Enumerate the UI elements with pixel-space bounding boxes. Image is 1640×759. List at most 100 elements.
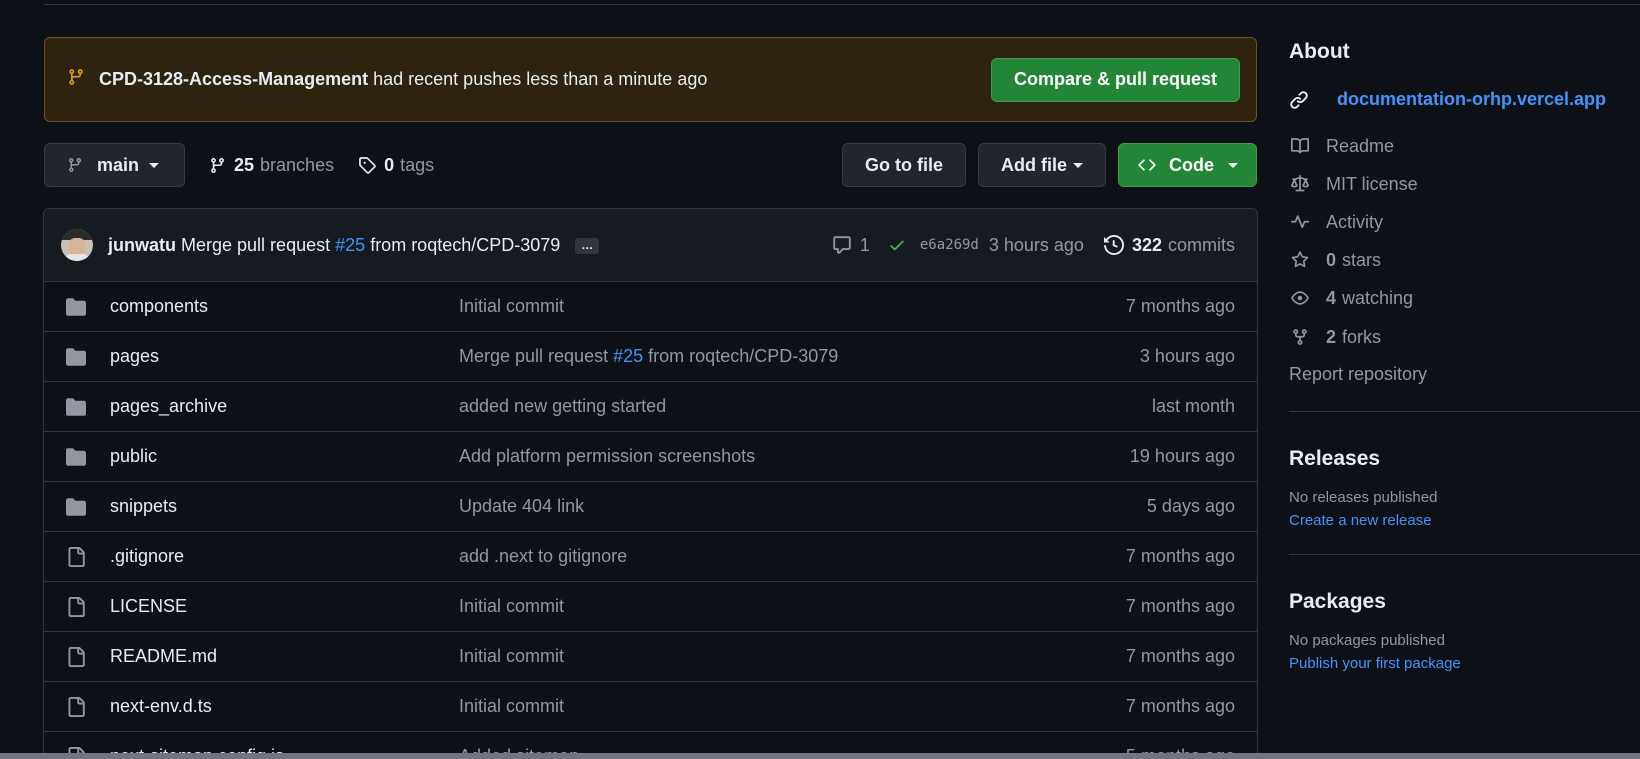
tags-link[interactable]: 0 tags: [358, 155, 434, 176]
repo-sidebar: About documentation-orhp.vercel.app Read…: [1289, 40, 1640, 672]
banner-message-text: had recent pushes less than a minute ago: [373, 69, 708, 89]
check-icon[interactable]: [888, 236, 906, 254]
watching-label: watching: [1342, 287, 1414, 308]
code-icon: [1137, 156, 1157, 174]
chevron-down-icon: [1228, 162, 1238, 168]
banner-message: CPD-3128-Access-Management had recent pu…: [99, 69, 991, 90]
folder-icon: [64, 447, 88, 467]
commit-pr-link[interactable]: #25: [335, 235, 365, 255]
tags-count: 0: [384, 154, 395, 175]
comment-count[interactable]: 1: [860, 235, 870, 256]
file-name[interactable]: .gitignore: [110, 546, 459, 567]
file-name[interactable]: public: [110, 446, 459, 467]
commit-sha[interactable]: e6a269d: [920, 237, 979, 253]
folder-icon: [64, 497, 88, 517]
commit-message-suffix[interactable]: from roqtech/CPD-3079: [370, 235, 560, 255]
readme-label: Readme: [1326, 135, 1395, 156]
file-age: 7 months ago: [1125, 696, 1235, 716]
file-age: 7 months ago: [1125, 546, 1235, 566]
go-to-file-button[interactable]: Go to file: [842, 143, 966, 187]
branch-selector-button[interactable]: main: [44, 143, 185, 187]
file-commit-message[interactable]: Initial commit: [459, 296, 1126, 317]
about-heading: About: [1289, 40, 1350, 63]
packages-heading[interactable]: Packages: [1289, 590, 1640, 614]
table-row[interactable]: .gitignore add .next to gitignore 7 mont…: [44, 532, 1257, 582]
table-row[interactable]: README.md Initial commit 7 months ago: [44, 632, 1257, 682]
file-commit-message[interactable]: Initial commit: [459, 696, 1126, 717]
website-url[interactable]: documentation-orhp.vercel.app: [1337, 89, 1606, 110]
repo-toolbar: main 25 branches 0 tags Go to file Add f…: [44, 143, 1257, 187]
activity-link[interactable]: Activity: [1289, 212, 1640, 232]
book-icon: [1289, 137, 1311, 155]
file-age: last month: [1151, 396, 1235, 416]
file-name[interactable]: pages: [110, 346, 459, 367]
commits-label: commits: [1168, 234, 1235, 255]
table-row[interactable]: LICENSE Initial commit 7 months ago: [44, 582, 1257, 632]
stars-link[interactable]: 0 stars: [1289, 250, 1640, 270]
table-row[interactable]: public Add platform permission screensho…: [44, 432, 1257, 482]
table-row[interactable]: pages_archive added new getting started …: [44, 382, 1257, 432]
readme-link[interactable]: Readme: [1289, 136, 1640, 156]
file-commit-message-suffix[interactable]: from roqtech/CPD-3079: [648, 346, 838, 366]
table-row[interactable]: components Initial commit 7 months ago: [44, 282, 1257, 332]
website-link[interactable]: documentation-orhp.vercel.app: [1289, 89, 1640, 110]
expand-commit-button[interactable]: …: [575, 237, 600, 254]
commit-author[interactable]: junwatu: [108, 235, 176, 255]
tag-icon: [358, 156, 376, 174]
file-name[interactable]: LICENSE: [110, 596, 459, 617]
file-name[interactable]: snippets: [110, 496, 459, 517]
recent-push-banner: CPD-3128-Access-Management had recent pu…: [44, 37, 1257, 122]
chevron-down-icon: [149, 162, 160, 168]
add-file-button[interactable]: Add file: [978, 143, 1106, 187]
file-name[interactable]: components: [110, 296, 459, 317]
watching-count: 4: [1326, 287, 1337, 308]
stars-label: stars: [1342, 249, 1382, 270]
file-age: 19 hours ago: [1129, 446, 1235, 466]
watchers-link[interactable]: 4 watching: [1289, 288, 1640, 308]
commits-history-link[interactable]: 322 commits: [1103, 234, 1235, 256]
commit-meta: 1 e6a269d 3 hours ago 322 commits: [832, 235, 1235, 256]
file-icon: [64, 646, 88, 668]
banner-branch-name[interactable]: CPD-3128-Access-Management: [99, 69, 368, 89]
law-icon: [1289, 175, 1311, 193]
file-commit-pr-link[interactable]: #25: [613, 346, 643, 366]
file-icon: [64, 596, 88, 618]
code-label: Code: [1169, 154, 1214, 175]
file-commit-message[interactable]: Update 404 link: [459, 496, 1147, 517]
license-link[interactable]: MIT license: [1289, 174, 1640, 194]
publish-package-link[interactable]: Publish your first package: [1289, 655, 1640, 672]
branch-name: main: [97, 154, 140, 175]
releases-heading[interactable]: Releases: [1289, 447, 1640, 471]
file-name[interactable]: README.md: [110, 646, 459, 667]
file-commit-message[interactable]: added new getting started: [459, 396, 1152, 417]
table-row[interactable]: pages Merge pull request #25 from roqtec…: [44, 332, 1257, 382]
code-button[interactable]: Code: [1118, 143, 1257, 187]
horizontal-scrollbar[interactable]: [0, 753, 1640, 759]
file-name[interactable]: next-env.d.ts: [110, 696, 459, 717]
forks-link[interactable]: 2 forks: [1289, 327, 1640, 347]
file-commit-message[interactable]: Add platform permission screenshots: [459, 446, 1130, 467]
avatar[interactable]: [61, 229, 93, 261]
file-age: 3 hours ago: [1139, 346, 1235, 366]
branch-icon: [67, 67, 85, 92]
branches-link[interactable]: 25 branches: [209, 155, 334, 176]
file-commit-message[interactable]: Merge pull request #25 from roqtech/CPD-…: [459, 346, 1140, 367]
file-commit-message-prefix[interactable]: Merge pull request: [459, 346, 608, 366]
file-age: 7 months ago: [1125, 646, 1235, 666]
comment-icon[interactable]: [832, 235, 852, 255]
table-row[interactable]: next-env.d.ts Initial commit 7 months ag…: [44, 682, 1257, 732]
commit-message-prefix[interactable]: Merge pull request: [181, 235, 330, 255]
forks-count: 2: [1326, 326, 1337, 347]
latest-commit-message: junwatu Merge pull request #25 from roqt…: [108, 235, 600, 256]
report-repository-link[interactable]: Report repository: [1289, 364, 1640, 384]
file-name[interactable]: pages_archive: [110, 396, 459, 417]
branches-label: branches: [260, 154, 335, 175]
file-commit-message[interactable]: Initial commit: [459, 596, 1126, 617]
create-release-link[interactable]: Create a new release: [1289, 512, 1640, 529]
file-commit-message[interactable]: add .next to gitignore: [459, 546, 1126, 567]
branch-icon: [67, 156, 83, 174]
compare-pull-request-button[interactable]: Compare & pull request: [990, 57, 1240, 102]
folder-icon: [64, 347, 88, 367]
file-commit-message[interactable]: Initial commit: [459, 646, 1126, 667]
table-row[interactable]: snippets Update 404 link 5 days ago: [44, 482, 1257, 532]
